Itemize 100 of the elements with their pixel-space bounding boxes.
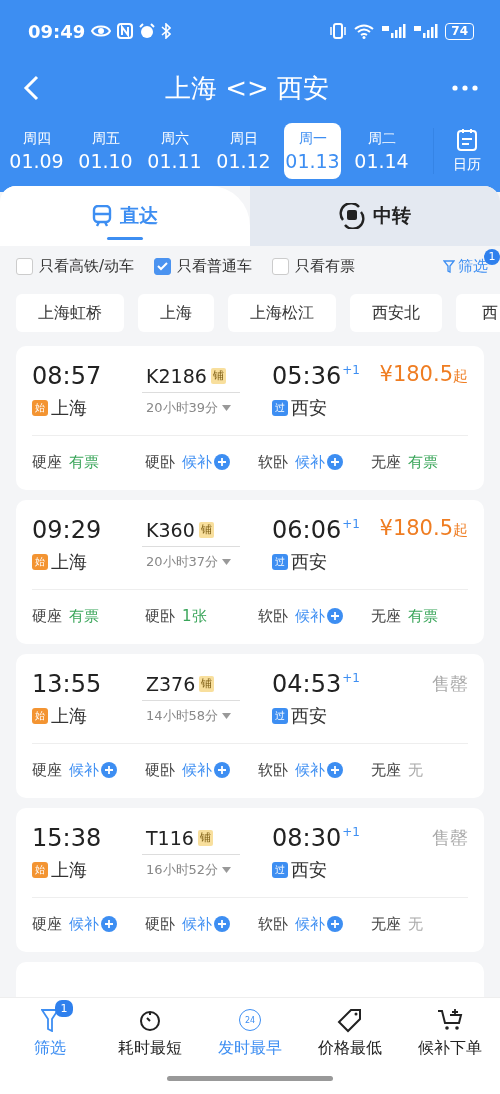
vibrate-icon: [329, 23, 348, 39]
filter-checkbox[interactable]: 只看高铁/动车: [16, 256, 135, 276]
origin-tag: 始: [32, 862, 48, 878]
mode-tab[interactable]: 直达: [0, 186, 250, 246]
origin-tag: 始: [32, 400, 48, 416]
mode-tab[interactable]: 中转: [250, 186, 500, 246]
price-tag-icon: [337, 1007, 363, 1033]
seat-class: 硬卧: [145, 606, 175, 626]
berth-tag: 铺: [210, 368, 226, 384]
signal-icon: [413, 23, 440, 39]
plus-circle-icon[interactable]: [214, 916, 230, 932]
station-chip[interactable]: 上海: [138, 294, 214, 332]
plus-circle-icon[interactable]: [327, 916, 343, 932]
seat-class: 软卧: [258, 452, 288, 472]
train-transfer-icon: [339, 203, 365, 229]
origin-station: 上海: [51, 396, 87, 420]
date-tab[interactable]: 周二 01.14: [353, 123, 410, 179]
checkbox[interactable]: [272, 257, 290, 275]
bluetooth-icon: [161, 23, 172, 39]
checkmark-icon: [157, 261, 169, 271]
plus-circle-icon[interactable]: [101, 916, 117, 932]
origin-tag: 始: [32, 708, 48, 724]
seat-availability[interactable]: 候补: [295, 452, 325, 472]
seat-availability[interactable]: 候补: [69, 760, 99, 780]
plus-circle-icon[interactable]: [327, 608, 343, 624]
seat-class: 无座: [371, 606, 401, 626]
seat-availability[interactable]: 候补: [182, 760, 212, 780]
price-suffix: 起: [453, 367, 468, 386]
plus-circle-icon[interactable]: [327, 762, 343, 778]
departure-time: 13:55: [32, 669, 103, 700]
sold-out-label: 售罄: [432, 673, 468, 694]
seat-availability: 有票: [69, 452, 99, 472]
station-chip[interactable]: 上海松江: [228, 294, 336, 332]
sold-out-label: 售罄: [432, 827, 468, 848]
sort-tab[interactable]: 耗时最短: [100, 998, 200, 1068]
checkbox-label: 只看有票: [295, 256, 356, 276]
seat-availability[interactable]: 候补: [182, 914, 212, 934]
checkbox[interactable]: [154, 257, 172, 275]
battery-level: 74: [445, 22, 474, 40]
seat-availability: 1张: [182, 606, 207, 626]
berth-tag: 铺: [198, 522, 214, 538]
price: ¥180.5: [379, 516, 453, 540]
more-icon[interactable]: [452, 85, 478, 91]
seat-availability[interactable]: 候补: [295, 760, 325, 780]
date-tab[interactable]: 周六 01.11: [146, 123, 203, 179]
seat-availability[interactable]: 候补: [69, 914, 99, 934]
arrival-time: 06:06: [272, 515, 342, 546]
station-chip[interactable]: 西安北: [350, 294, 442, 332]
seat-availability: 无: [408, 760, 423, 780]
sort-tab[interactable]: 24 发时最早: [200, 998, 300, 1068]
station-chip[interactable]: 上海虹桥: [16, 294, 124, 332]
plus-circle-icon[interactable]: [327, 454, 343, 470]
seat-class: 硬卧: [145, 760, 175, 780]
train-number: Z376: [146, 672, 196, 697]
sort-tab[interactable]: 候补下单: [400, 998, 500, 1068]
route-title: 上海 <> 西安: [163, 71, 331, 105]
filter-checkbox[interactable]: 只看有票: [272, 256, 356, 276]
seat-class: 软卧: [258, 606, 288, 626]
departure-time: 08:57: [32, 361, 103, 392]
filter-checkbox[interactable]: 只看普通车: [154, 256, 253, 276]
train-number: K2186: [146, 364, 207, 389]
plus-circle-icon[interactable]: [214, 454, 230, 470]
seat-class: 软卧: [258, 760, 288, 780]
dropdown-icon[interactable]: [222, 405, 232, 411]
calendar-button[interactable]: 日历: [433, 128, 500, 174]
arrival-time: 04:53: [272, 669, 342, 700]
sort-tab[interactable]: 价格最低: [300, 998, 400, 1068]
date-tab[interactable]: 周五 01.10: [77, 123, 134, 179]
arrival-time: 08:30: [272, 823, 342, 854]
date-tab[interactable]: 周日 01.12: [215, 123, 272, 179]
berth-tag: 铺: [199, 676, 215, 692]
seat-availability[interactable]: 候补: [295, 914, 325, 934]
seat-availability[interactable]: 候补: [182, 452, 212, 472]
train-icon: [92, 205, 112, 227]
station-chip[interactable]: 西: [456, 294, 500, 332]
dropdown-icon[interactable]: [222, 867, 232, 873]
seat-class: 硬座: [32, 760, 62, 780]
funnel-icon: [41, 1008, 59, 1032]
dropdown-icon[interactable]: [222, 713, 232, 719]
pass-through-tag: 过: [272, 708, 288, 724]
arrival-time: 05:36: [272, 361, 342, 392]
seat-class: 无座: [371, 914, 401, 934]
origin-station: 上海: [51, 704, 87, 728]
trip-duration: 14小时58分: [146, 707, 219, 725]
date-tab[interactable]: 周一 01.13: [284, 123, 341, 179]
nfc-icon: [117, 23, 134, 39]
seat-class: 硬座: [32, 606, 62, 626]
seat-class: 硬卧: [145, 914, 175, 934]
sort-tab[interactable]: 1 筛选: [0, 998, 100, 1068]
date-tab[interactable]: 周四 01.09: [8, 123, 65, 179]
seat-class: 软卧: [258, 914, 288, 934]
checkbox-label: 只看高铁/动车: [39, 256, 135, 276]
plus-circle-icon[interactable]: [214, 762, 230, 778]
train-number: T116: [146, 826, 194, 851]
checkbox[interactable]: [16, 257, 33, 275]
stopwatch-icon: [138, 1008, 162, 1032]
plus-circle-icon[interactable]: [101, 762, 117, 778]
dropdown-icon[interactable]: [222, 559, 232, 565]
destination-station: 西安: [291, 550, 327, 574]
seat-availability[interactable]: 候补: [295, 606, 325, 626]
